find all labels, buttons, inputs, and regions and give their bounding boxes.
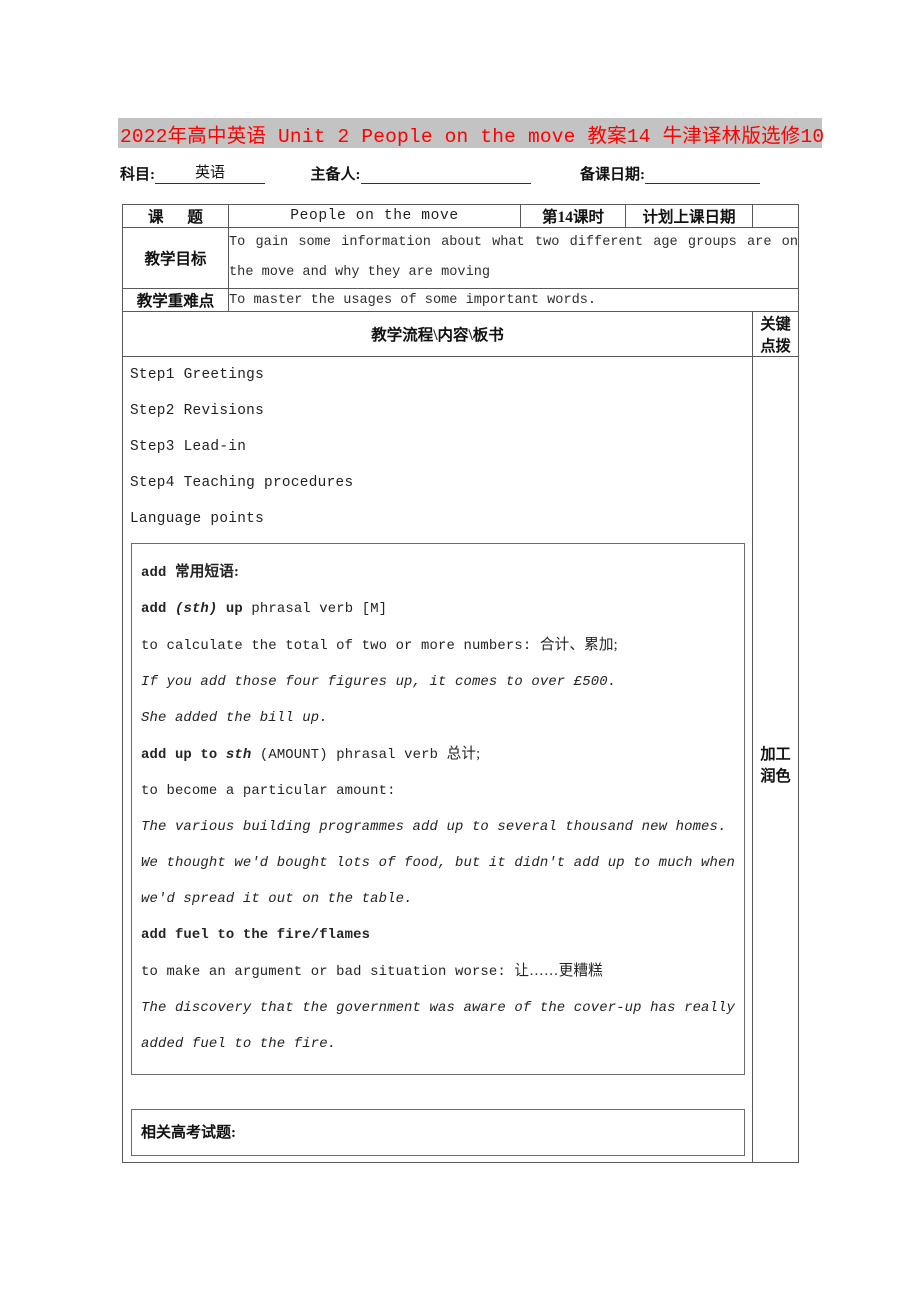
plan-date-value-cell[interactable] xyxy=(752,204,799,228)
entry2-term-b: sth xyxy=(225,747,252,763)
document-meta-line: 科目: 英语 主备人: 备课日期: xyxy=(120,163,820,187)
goal-text-cell: To gain some information about what two … xyxy=(228,227,799,289)
entry2-definition: to become a particular amount: xyxy=(141,783,396,799)
steps-list: Step1 Greetings Step2 Revisions Step3 Le… xyxy=(123,357,752,537)
notebox-heading-cn: 常用短语: xyxy=(174,564,239,580)
entry2-example-1: The various building programmes add up t… xyxy=(141,819,727,835)
list-item: Step2 Revisions xyxy=(130,403,265,419)
goal-label-cell: 教学目标 xyxy=(122,227,229,289)
exam-questions-heading: 相关高考试题: xyxy=(141,1125,236,1141)
list-item: Language points xyxy=(130,511,265,527)
entry3-definition-line: to make an argument or bad situation wor… xyxy=(141,953,735,990)
entry1-term-a: add xyxy=(141,601,167,617)
exam-questions-box: 相关高考试题: xyxy=(131,1109,745,1156)
document-page: 2022年高中英语 Unit 2 People on the move 教案14… xyxy=(0,0,920,1302)
focus-text-cell: To master the usages of some important w… xyxy=(228,288,799,312)
entry3-example-1: The discovery that the government was aw… xyxy=(141,1000,736,1052)
prep-date-field: 备课日期: xyxy=(580,163,760,184)
entry1-definition: to calculate the total of two or more nu… xyxy=(141,638,532,654)
notebox-spacer xyxy=(123,1075,752,1109)
entry1-term-c: up xyxy=(225,601,243,617)
table-row-flow-header: 教学流程\内容\板书 关键点拨 xyxy=(122,311,799,357)
table-row-flow-body: Step1 Greetings Step2 Revisions Step3 Le… xyxy=(122,356,799,1163)
list-item: Step1 Greetings xyxy=(130,367,265,383)
subject-field: 科目: 英语 xyxy=(120,163,265,184)
period-cell: 第14课时 xyxy=(520,204,626,228)
author-value[interactable] xyxy=(360,165,531,184)
prep-date-value[interactable] xyxy=(645,165,760,184)
entry2-pos-cn: 总计; xyxy=(446,746,481,762)
key-points-header: 关键点拨 xyxy=(752,311,799,357)
author-label: 主备人: xyxy=(310,167,361,183)
topic-title-cell: People on the move xyxy=(228,204,521,228)
notebox-heading-en: add xyxy=(141,565,167,581)
prep-date-label: 备课日期: xyxy=(580,167,645,183)
table-row-goal: 教学目标 To gain some information about what… xyxy=(122,227,799,289)
plan-date-label-cell: 计划上课日期 xyxy=(625,204,753,228)
list-item: Step3 Lead-in xyxy=(130,439,247,455)
entry1-term-line: add (sth) up phrasal verb [M] xyxy=(141,591,735,627)
entry2-term-line: add up to sth (AMOUNT) phrasal verb 总计; xyxy=(141,736,735,773)
entry2-amount: (AMOUNT) xyxy=(259,747,328,763)
focus-label-cell: 教学重难点 xyxy=(122,288,229,312)
notebox-heading: add 常用短语: xyxy=(141,554,735,591)
entry1-definition-cn: 合计、累加; xyxy=(539,637,618,653)
flow-header: 教学流程\内容\板书 xyxy=(122,311,753,357)
topic-label: 课 题 xyxy=(148,209,213,226)
entry1-term-b: (sth) xyxy=(174,601,218,617)
subject-value[interactable]: 英语 xyxy=(155,165,265,184)
topic-label-cell: 课 题 xyxy=(122,204,229,228)
document-title-band: 2022年高中英语 Unit 2 People on the move 教案14… xyxy=(118,118,825,148)
entry2-pos: phrasal verb xyxy=(336,747,439,763)
entry1-example-2: She added the bill up. xyxy=(141,710,328,726)
key-points-body-cell: 加工润色 xyxy=(752,356,799,1163)
entry3-term: add fuel to the fire/flames xyxy=(141,927,371,943)
page-title: 2022年高中英语 Unit 2 People on the move 教案14… xyxy=(120,125,825,148)
author-field: 主备人: xyxy=(311,163,531,184)
entry3-definition-cn: 让……更糟糕 xyxy=(514,963,603,979)
flow-body-cell: Step1 Greetings Step2 Revisions Step3 Le… xyxy=(122,356,753,1163)
entry2-example-2: We thought we'd bought lots of food, but… xyxy=(141,855,736,907)
table-row-focus: 教学重难点 To master the usages of some impor… xyxy=(122,288,799,312)
list-item: Step4 Teaching procedures xyxy=(130,475,354,491)
language-points-box: add 常用短语: add (sth) up phrasal verb [M] … xyxy=(131,543,745,1075)
lesson-plan-table: 课 题 People on the move 第14课时 计划上课日期 教学目标… xyxy=(122,204,799,1163)
entry1-example-1: If you add those four figures up, it com… xyxy=(141,674,617,690)
table-row-topic: 课 题 People on the move 第14课时 计划上课日期 xyxy=(122,204,799,228)
subject-label: 科目: xyxy=(120,167,155,183)
entry1-pos: phrasal verb [M] xyxy=(251,601,388,617)
entry2-term-a: add up to xyxy=(141,747,218,763)
entry1-definition-line: to calculate the total of two or more nu… xyxy=(141,627,735,664)
entry3-definition: to make an argument or bad situation wor… xyxy=(141,964,506,980)
key-points-note: 加工润色 xyxy=(760,746,791,785)
